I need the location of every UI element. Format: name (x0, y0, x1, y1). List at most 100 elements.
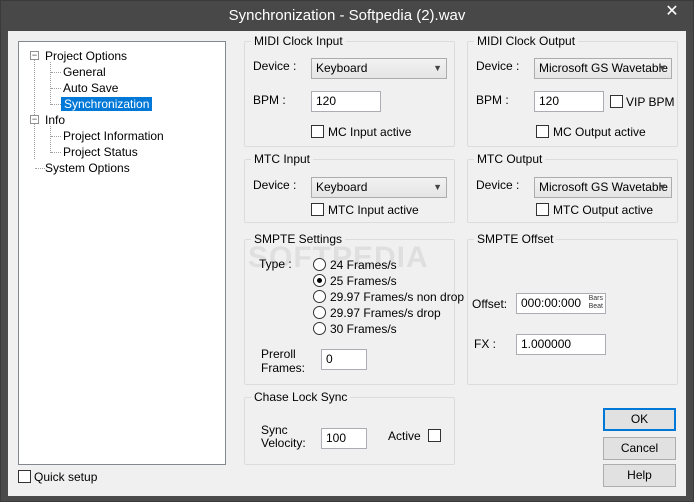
tree-item-project-options[interactable]: Project Options (43, 48, 129, 64)
radio-2997-drop[interactable] (313, 306, 326, 319)
radio-label: 29.97 Frames/s non drop (330, 290, 465, 304)
offset-value: 000:00:000 (521, 296, 582, 310)
midi-clock-output-group: MIDI Clock Output Device : Microsoft GS … (467, 34, 678, 147)
tree-item-label: Project Information (63, 129, 164, 143)
tree-item-project-status[interactable]: Project Status (61, 144, 140, 160)
collapse-icon[interactable]: − (30, 115, 39, 124)
sync-velocity-label: Velocity: (261, 436, 306, 450)
dialog-window: Synchronization - Softpedia (2).wav ✕ − … (0, 0, 694, 502)
bars-beat-toggle[interactable]: Bars Beat (589, 295, 603, 311)
tree-item-label: Synchronization (61, 97, 153, 111)
cancel-button[interactable]: Cancel (603, 437, 676, 460)
chase-active-checkbox[interactable] (428, 429, 441, 442)
chase-lock-sync-group: Chase Lock Sync Sync Velocity: 100 Activ… (244, 390, 455, 465)
tree-item-label: Project Options (45, 49, 128, 63)
type-label: Type : (259, 257, 292, 271)
sync-label: Sync (261, 423, 288, 437)
ok-button[interactable]: OK (603, 408, 676, 431)
radio-25fps[interactable] (313, 274, 326, 287)
vip-bpm-checkbox[interactable] (610, 95, 623, 108)
tree-item-auto-save[interactable]: Auto Save (61, 80, 120, 96)
preroll-frames-field[interactable]: 0 (321, 349, 367, 370)
close-icon[interactable]: ✕ (657, 1, 687, 22)
chevron-down-icon: ▼ (433, 182, 442, 192)
radio-label: 29.97 Frames/s drop (330, 306, 441, 320)
group-title: Chase Lock Sync (251, 390, 351, 404)
radio-label: 30 Frames/s (330, 322, 397, 336)
fx-field[interactable]: 1.000000 (516, 334, 606, 355)
mtc-input-group: MTC Input Device : Keyboard ▼ MTC Input … (244, 152, 455, 223)
radio-label: 25 Frames/s (330, 274, 397, 288)
options-tree[interactable]: − Project Options General Auto Save Sync… (18, 41, 226, 465)
chevron-down-icon: ▼ (658, 63, 667, 73)
offset-label: Offset: (472, 297, 508, 311)
mtc-output-device-select[interactable]: Microsoft GS Wavetable ▼ (534, 177, 672, 198)
tree-item-synchronization[interactable]: Synchronization (61, 96, 153, 112)
active-label: Active (388, 429, 421, 443)
group-title: MIDI Clock Output (474, 34, 579, 48)
smpte-offset-group: SMPTE Offset Offset: 000:00:000 Bars Bea… (467, 232, 678, 385)
device-label: Device : (476, 178, 520, 192)
midi-output-bpm-field[interactable]: 120 (534, 91, 604, 112)
title-bar[interactable]: Synchronization - Softpedia (2).wav ✕ (1, 1, 693, 31)
group-title: SMPTE Settings (251, 232, 346, 246)
preroll-label: Preroll (261, 347, 296, 361)
midi-input-device-select[interactable]: Keyboard ▼ (311, 58, 447, 79)
group-title: SMPTE Offset (474, 232, 557, 246)
mtc-output-active-checkbox[interactable] (536, 203, 549, 216)
tree-line (51, 104, 61, 105)
mtc-input-device-select[interactable]: Keyboard ▼ (311, 177, 447, 198)
mtc-input-active-checkbox[interactable] (311, 203, 324, 216)
offset-field[interactable]: 000:00:000 Bars Beat (516, 293, 606, 314)
help-button[interactable]: Help (603, 464, 676, 487)
collapse-icon[interactable]: − (30, 51, 39, 60)
radio-30fps[interactable] (313, 322, 326, 335)
mtc-output-group: MTC Output Device : Microsoft GS Wavetab… (467, 152, 678, 223)
midi-output-device-select[interactable]: Microsoft GS Wavetable ▼ (534, 58, 672, 79)
tree-line (50, 126, 51, 153)
tree-line (51, 152, 61, 153)
preroll-frames-label: Frames: (261, 361, 306, 375)
mtc-input-active-label: MTC Input active (328, 203, 419, 217)
fx-label: FX : (474, 337, 497, 351)
midi-clock-input-group: MIDI Clock Input Device : Keyboard ▼ BPM… (244, 34, 455, 147)
device-label: Device : (253, 178, 297, 192)
tree-item-label: Auto Save (63, 81, 119, 95)
group-title: MIDI Clock Input (251, 34, 346, 48)
device-label: Device : (253, 59, 297, 73)
tree-item-label: Project Status (63, 145, 138, 159)
bpm-label: BPM : (476, 93, 509, 107)
bpm-label: BPM : (253, 93, 286, 107)
select-value: Keyboard (316, 180, 368, 194)
chevron-down-icon: ▼ (658, 182, 667, 192)
group-title: MTC Input (251, 152, 314, 166)
tree-item-info[interactable]: Info (43, 112, 67, 128)
window-title: Synchronization - Softpedia (2).wav (228, 7, 466, 24)
select-value: Keyboard (316, 61, 368, 75)
select-value: Microsoft GS Wavetable (539, 180, 668, 194)
radio-label: 24 Frames/s (330, 258, 397, 272)
quick-setup-label: Quick setup (34, 470, 98, 484)
mc-input-active-checkbox[interactable] (311, 125, 324, 138)
bars-label: Bars (588, 295, 603, 302)
tree-item-system-options[interactable]: System Options (43, 160, 132, 176)
mc-output-active-checkbox[interactable] (536, 125, 549, 138)
group-title: MTC Output (474, 152, 546, 166)
midi-input-bpm-field[interactable]: 120 (311, 91, 381, 112)
tree-item-project-information[interactable]: Project Information (61, 128, 166, 144)
tree-line (51, 72, 61, 73)
tree-line (34, 56, 35, 159)
tree-item-label: General (63, 65, 106, 79)
tree-item-label: Info (45, 113, 66, 127)
radio-24fps[interactable] (313, 258, 326, 271)
radio-2997-non-drop[interactable] (313, 290, 326, 303)
tree-line (51, 136, 61, 137)
quick-setup-checkbox[interactable] (18, 470, 31, 483)
tree-item-general[interactable]: General (61, 64, 108, 80)
select-value: Microsoft GS Wavetable (539, 61, 668, 75)
sync-velocity-field[interactable]: 100 (321, 428, 367, 449)
mtc-output-active-label: MTC Output active (553, 203, 654, 217)
beat-label: Beat (588, 303, 603, 310)
dialog-client: − Project Options General Auto Save Sync… (8, 31, 686, 496)
chevron-down-icon: ▼ (433, 63, 442, 73)
